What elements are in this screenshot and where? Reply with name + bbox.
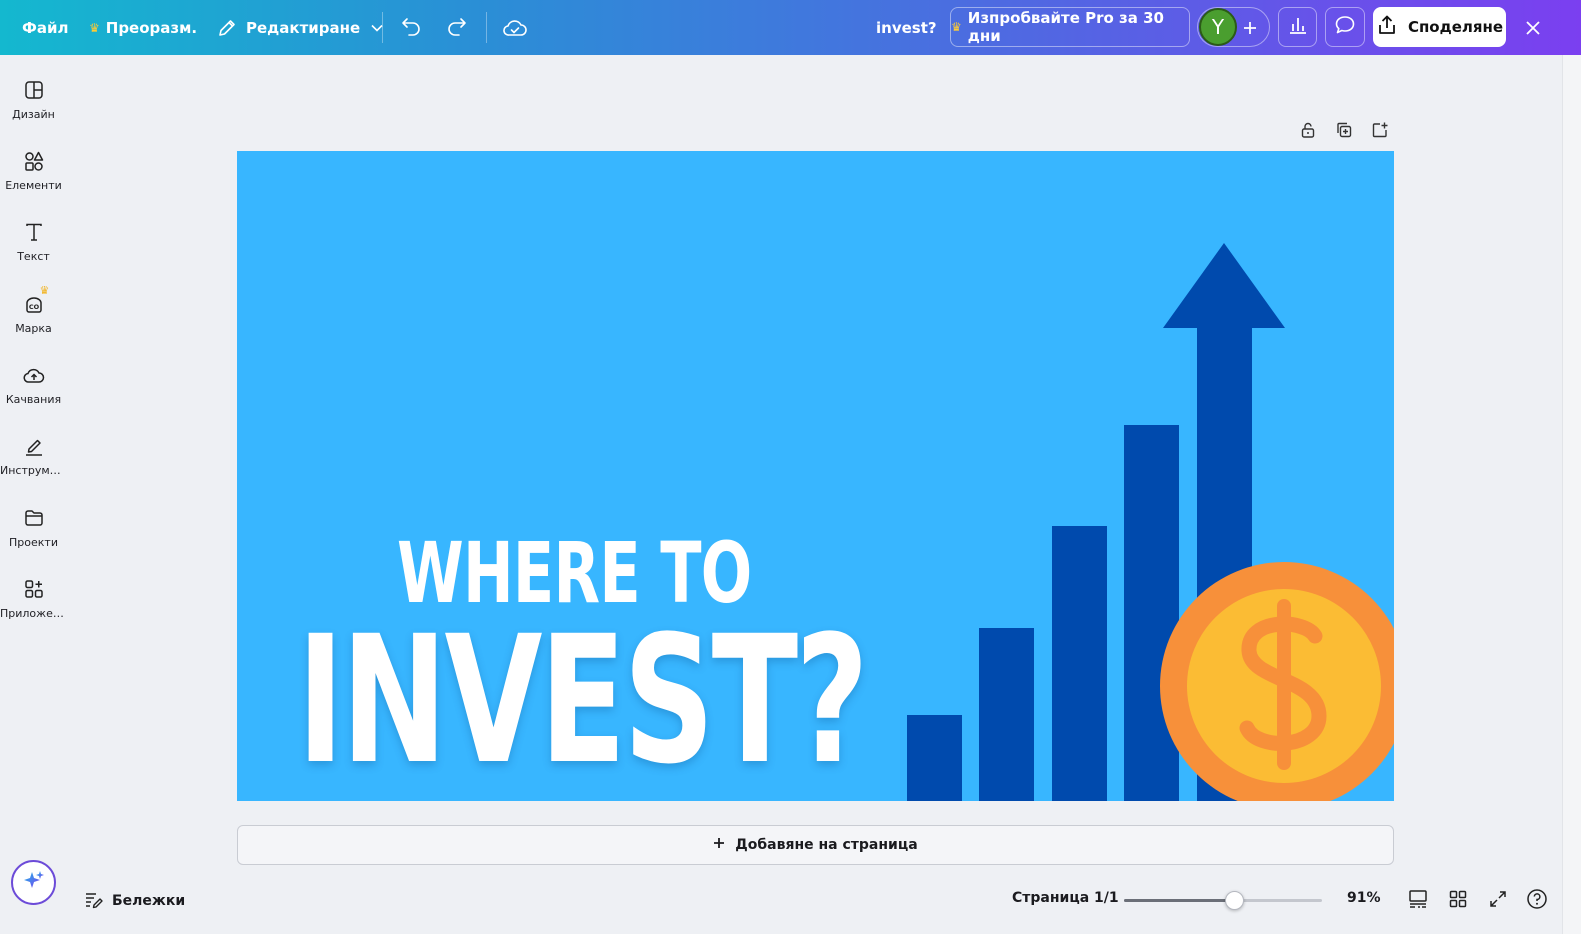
page-view-icon: [1407, 888, 1429, 914]
add-page-above-button[interactable]: [1369, 121, 1391, 143]
sidebar-item-tools[interactable]: Инструмен...: [0, 434, 67, 494]
sidebar-item-label: Марка: [15, 322, 52, 335]
bar-3: [1052, 526, 1107, 801]
resize-label: Преоразм.: [105, 18, 198, 37]
close-icon: [1524, 19, 1542, 37]
share-button[interactable]: Споделяне: [1373, 7, 1506, 47]
help-icon: [1526, 888, 1548, 914]
file-menu[interactable]: Файл: [22, 0, 69, 55]
crown-icon: ♛: [951, 20, 962, 34]
plus-icon: [713, 837, 725, 853]
shapes-icon: [22, 149, 46, 173]
avatar[interactable]: Y: [1199, 8, 1237, 46]
file-menu-label: Файл: [22, 18, 69, 37]
insights-button[interactable]: [1278, 7, 1317, 47]
arrow-head: [1163, 243, 1285, 328]
help-button[interactable]: [1525, 889, 1549, 913]
sidebar-item-text[interactable]: Текст: [0, 220, 67, 280]
duplicate-icon: [1335, 121, 1353, 143]
edit-mode-button[interactable]: Редактиране: [217, 0, 384, 55]
document-title[interactable]: invest?: [876, 0, 937, 55]
draw-tool-icon: [22, 434, 46, 458]
sparkle-icon: [22, 869, 46, 897]
sidebar-item-elements[interactable]: Елементи: [0, 149, 67, 209]
comment-icon: [1334, 14, 1356, 40]
lock-icon: [1299, 121, 1317, 143]
sidebar-item-label: Качвания: [5, 393, 62, 406]
bar-chart-icon: [1287, 14, 1309, 40]
add-page-icon: [1371, 121, 1389, 143]
sidebar-item-design[interactable]: Дизайн: [0, 78, 67, 138]
sidebar-item-apps[interactable]: Приложен...: [0, 577, 67, 637]
crown-icon: ♛: [89, 20, 100, 35]
zoom-slider-fill: [1124, 899, 1235, 902]
bar-2: [979, 628, 1034, 801]
notes-button[interactable]: Бележки: [84, 889, 185, 913]
zoom-slider-handle[interactable]: [1224, 891, 1244, 910]
toolbar-divider: [382, 12, 383, 43]
resize-button[interactable]: ♛ Преоразм.: [89, 0, 197, 55]
zoom-slider[interactable]: [1124, 891, 1322, 910]
sidebar-item-label: Приложен...: [0, 607, 67, 620]
grid-icon: [1448, 889, 1468, 913]
duplicate-page-button[interactable]: [1333, 121, 1355, 143]
sidebar-item-projects[interactable]: Проекти: [0, 506, 67, 566]
dollar-coin: [1160, 562, 1394, 801]
expand-icon: [1488, 889, 1508, 913]
page-indicator[interactable]: Страница 1/1: [1012, 890, 1119, 906]
edit-mode-label: Редактиране: [246, 18, 361, 37]
invite-button[interactable]: [1240, 0, 1260, 55]
sidebar-item-brand[interactable]: CO ♛ Марка: [0, 284, 67, 352]
pencil-icon: [217, 18, 237, 38]
top-toolbar: Файл ♛ Преоразм. Редактиране invest? ♛ И…: [0, 0, 1581, 55]
undo-button[interactable]: [399, 0, 423, 55]
vertical-scrollbar[interactable]: [1562, 55, 1581, 934]
zoom-level[interactable]: 91%: [1347, 890, 1381, 906]
grid-view-button[interactable]: [1446, 889, 1470, 913]
sidebar-item-label: Дизайн: [12, 108, 55, 121]
layout-icon: [22, 78, 46, 102]
cloud-check-icon: [502, 17, 528, 39]
sidebar-item-label: Текст: [17, 250, 50, 263]
try-pro-button[interactable]: ♛ Изпробвайте Pro за 30 дни: [950, 7, 1190, 47]
upload-cloud-icon: [22, 363, 46, 387]
svg-text:CO: CO: [28, 303, 39, 311]
close-button[interactable]: [1523, 0, 1543, 55]
avatar-initial: Y: [1211, 15, 1225, 39]
page-view-button[interactable]: [1406, 889, 1430, 913]
brand-icon: CO ♛: [22, 284, 49, 316]
redo-icon: [445, 16, 469, 40]
sidebar-item-label: Елементи: [5, 179, 62, 192]
share-label: Споделяне: [1407, 18, 1504, 36]
bar-4: [1124, 425, 1179, 801]
sidebar-item-label: Проекти: [9, 536, 58, 549]
sidebar-item-label: Инструмен...: [0, 464, 67, 477]
share-icon: [1376, 14, 1398, 40]
sidebar-item-uploads[interactable]: Качвания: [0, 363, 67, 423]
text-icon: [22, 220, 46, 244]
apps-icon: [22, 577, 46, 601]
design-page[interactable]: WHERE TO INVEST?: [237, 151, 1394, 801]
notes-icon: [84, 889, 104, 913]
bar-1: [907, 715, 962, 801]
plus-icon: [1242, 20, 1258, 36]
crown-icon: ♛: [39, 284, 50, 297]
magic-assistant-button[interactable]: [11, 860, 56, 905]
add-page-button[interactable]: Добавяне на страница: [237, 825, 1394, 865]
redo-button[interactable]: [445, 0, 469, 55]
document-title-text: invest?: [876, 18, 937, 37]
lock-page-button[interactable]: [1297, 121, 1319, 143]
fullscreen-button[interactable]: [1486, 889, 1510, 913]
comments-button[interactable]: [1325, 7, 1365, 47]
undo-icon: [399, 16, 423, 40]
add-page-label: Добавяне на страница: [735, 837, 918, 853]
headline-invest[interactable]: INVEST?: [297, 613, 869, 789]
notes-label: Бележки: [112, 893, 186, 909]
folder-icon: [22, 506, 46, 530]
toolbar-divider: [486, 12, 487, 43]
try-pro-label: Изпробвайте Pro за 30 дни: [967, 9, 1164, 45]
save-status-button[interactable]: [502, 0, 528, 55]
